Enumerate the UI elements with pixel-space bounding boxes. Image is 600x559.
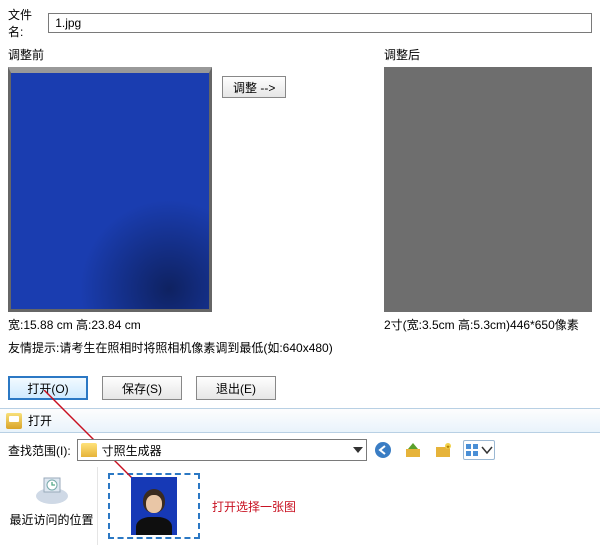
file-thumbnail[interactable] bbox=[108, 473, 200, 539]
dialog-icon bbox=[6, 413, 22, 429]
places-bar: 最近访问的位置 bbox=[6, 467, 98, 545]
filename-label: 文件名: bbox=[8, 6, 44, 40]
folder-combo[interactable] bbox=[77, 439, 367, 461]
dialog-title-text: 打开 bbox=[28, 412, 52, 429]
file-list[interactable]: 打开选择一张图 bbox=[102, 467, 594, 545]
after-dimensions: 2寸(宽:3.5cm 高:5.3cm)446*650像素 bbox=[384, 316, 592, 333]
back-icon[interactable] bbox=[373, 440, 393, 460]
after-image bbox=[384, 67, 592, 312]
folder-icon bbox=[81, 443, 97, 457]
tip-text: 友情提示:请考生在照相时将照相机像素调到最低(如:640x480) bbox=[8, 339, 592, 356]
svg-text:✦: ✦ bbox=[445, 444, 450, 451]
before-label: 调整前 bbox=[8, 46, 212, 63]
recent-places-label: 最近访问的位置 bbox=[9, 511, 93, 528]
save-button[interactable]: 保存(S) bbox=[102, 376, 182, 400]
filename-input[interactable] bbox=[48, 13, 592, 33]
adjust-button[interactable]: 调整 --> bbox=[222, 76, 286, 98]
annotation-text: 打开选择一张图 bbox=[212, 498, 296, 515]
dialog-titlebar: 打开 bbox=[0, 408, 600, 433]
before-dimensions: 宽:15.88 cm 高:23.84 cm bbox=[8, 316, 212, 333]
before-image bbox=[8, 67, 212, 312]
new-folder-icon[interactable]: ✦ bbox=[433, 440, 453, 460]
open-button[interactable]: 打开(O) bbox=[8, 376, 88, 400]
exit-button[interactable]: 退出(E) bbox=[196, 376, 276, 400]
lookup-label: 查找范围(I): bbox=[8, 442, 71, 459]
view-menu-icon[interactable] bbox=[463, 440, 495, 460]
recent-places-icon[interactable] bbox=[31, 471, 73, 507]
up-icon[interactable] bbox=[403, 440, 423, 460]
after-label: 调整后 bbox=[384, 46, 592, 63]
